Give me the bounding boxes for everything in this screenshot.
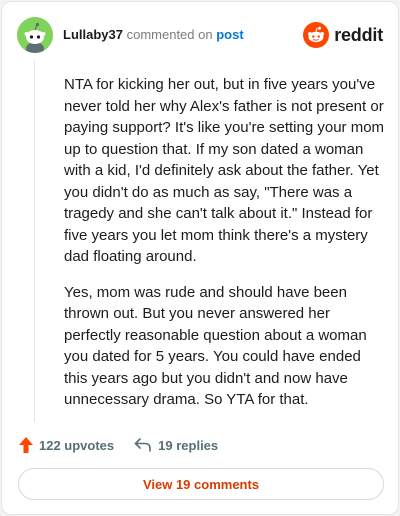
upvote-button[interactable]: 122 upvotes — [19, 437, 114, 453]
comment-meta: Lullaby37 commented on post — [63, 27, 244, 43]
commented-on-text: commented on — [126, 27, 213, 42]
reply-count: 19 replies — [158, 437, 219, 453]
reddit-logo[interactable]: reddit — [303, 21, 383, 49]
comment-actions: 122 upvotes 19 replies — [19, 436, 218, 454]
comment-paragraph: Yes, mom was rude and should have been t… — [64, 283, 367, 409]
comment-body: NTA for kicking her out, but in five yea… — [64, 74, 386, 425]
reddit-wordmark: reddit — [334, 24, 383, 45]
comment-paragraph: NTA for kicking her out, but in five yea… — [64, 76, 385, 265]
replies-button[interactable]: 19 replies — [134, 438, 218, 453]
post-link[interactable]: post — [216, 27, 243, 42]
upvote-count: 122 upvotes — [39, 437, 115, 453]
view-comments-button[interactable]: View 19 comments — [18, 468, 384, 500]
user-avatar[interactable] — [17, 17, 53, 53]
reply-arrow-icon — [134, 438, 151, 452]
upvote-arrow-icon — [19, 437, 33, 453]
username-link[interactable]: Lullaby37 — [63, 27, 123, 42]
comment-card: Lullaby37 commented on post reddit NTA f… — [1, 1, 399, 515]
comment-header: Lullaby37 commented on post reddit — [17, 17, 383, 53]
snoo-avatar-icon — [17, 17, 53, 53]
thread-line — [34, 60, 35, 422]
reddit-snoo-icon — [303, 22, 330, 48]
